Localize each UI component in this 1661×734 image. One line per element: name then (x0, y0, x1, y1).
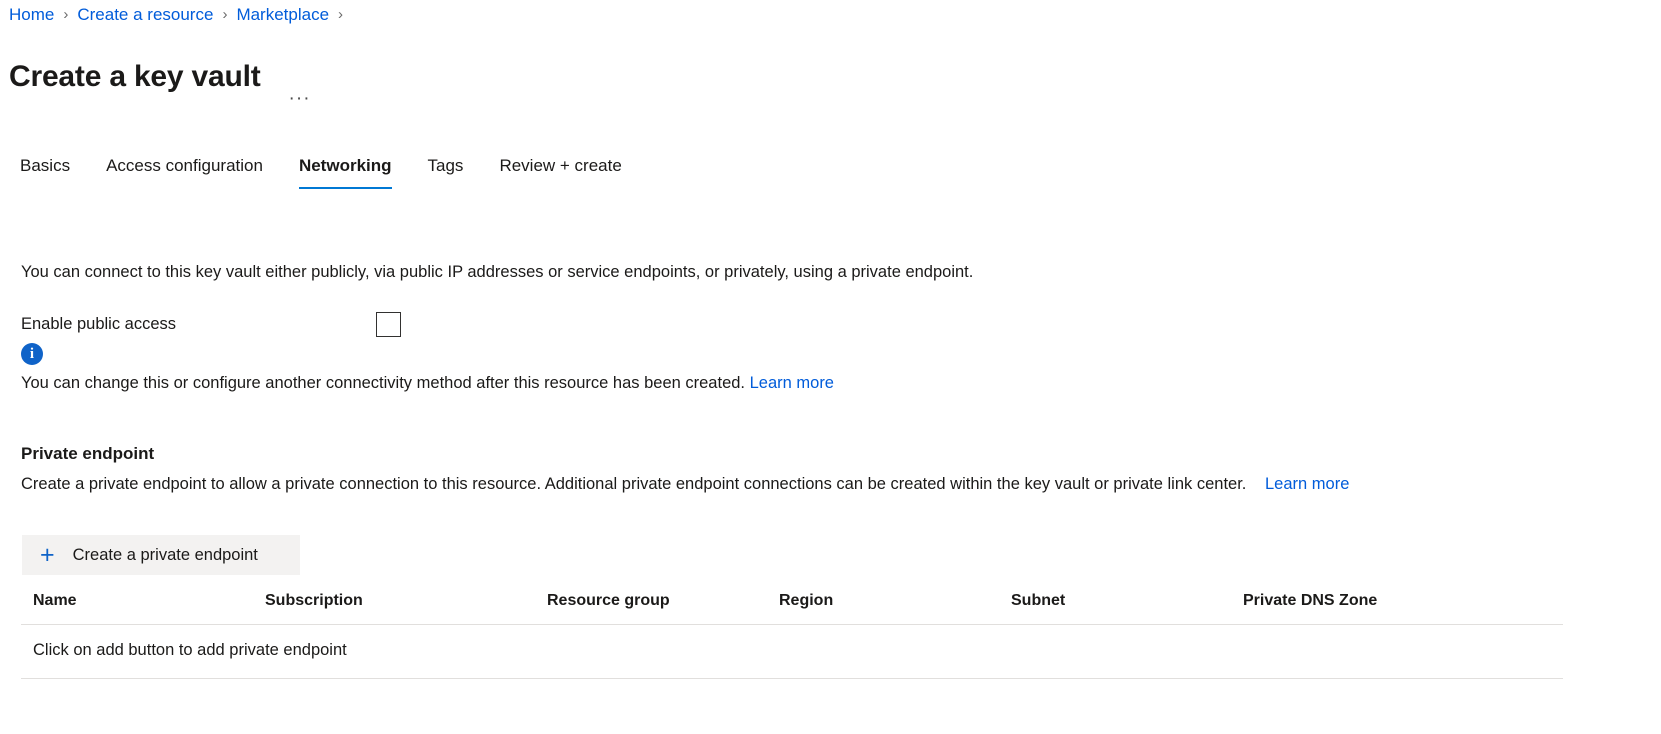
connectivity-learn-more-link[interactable]: Learn more (750, 374, 834, 392)
breadcrumb-item-marketplace[interactable]: Marketplace (236, 0, 329, 30)
column-header-resource-group: Resource group (535, 592, 767, 625)
column-header-region: Region (767, 592, 999, 625)
private-endpoints-table: Name Subscription Resource group Region … (21, 592, 1563, 679)
private-endpoint-section-title: Private endpoint (21, 444, 155, 464)
plus-icon: + (40, 540, 55, 569)
create-private-endpoint-button-label: Create a private endpoint (72, 545, 258, 564)
enable-public-access-checkbox[interactable] (376, 311, 401, 337)
column-header-subnet: Subnet (999, 592, 1231, 625)
tab-tags[interactable]: Tags (428, 155, 464, 189)
tab-review-create[interactable]: Review + create (499, 155, 621, 189)
networking-intro-text: You can connect to this key vault either… (21, 262, 974, 281)
column-header-subscription: Subscription (253, 592, 535, 625)
private-endpoint-learn-more-link[interactable]: Learn more (1265, 475, 1349, 493)
connectivity-info-text: You can change this or configure another… (21, 371, 1021, 395)
page-title: Create a key vault (9, 60, 261, 94)
breadcrumb-separator-icon: › (63, 6, 69, 23)
enable-public-access-label: Enable public access (21, 315, 177, 333)
private-endpoint-description: Create a private endpoint to allow a pri… (21, 472, 1349, 496)
breadcrumb-item-home[interactable]: Home (9, 0, 54, 30)
table-header: Name Subscription Resource group Region … (21, 592, 1563, 625)
info-icon: i (21, 343, 43, 365)
connectivity-info-message: You can change this or configure another… (21, 374, 746, 392)
create-key-vault-page: Home › Create a resource › Marketplace ›… (0, 0, 1661, 734)
more-options-icon[interactable]: ··· (285, 89, 315, 109)
table-empty-message: Click on add button to add private endpo… (21, 624, 1563, 679)
create-private-endpoint-button[interactable]: + Create a private endpoint (22, 535, 300, 575)
table-header-row: Name Subscription Resource group Region … (21, 592, 1563, 625)
table-body: Click on add button to add private endpo… (21, 624, 1563, 679)
enable-public-access-row: Enable public access (21, 310, 401, 338)
column-header-name: Name (21, 592, 253, 625)
title-row: Create a key vault ··· (9, 36, 315, 118)
private-endpoint-description-text: Create a private endpoint to allow a pri… (21, 475, 1247, 493)
breadcrumb: Home › Create a resource › Marketplace › (9, 0, 352, 30)
breadcrumb-separator-icon: › (222, 6, 228, 23)
tab-networking[interactable]: Networking (298, 155, 392, 189)
wizard-tabs: Basics Access configuration Networking T… (20, 155, 658, 195)
connectivity-info-block: i You can change this or configure anoth… (21, 343, 1021, 395)
tab-basics[interactable]: Basics (20, 155, 70, 189)
breadcrumb-item-create-a-resource[interactable]: Create a resource (77, 0, 213, 30)
table-empty-row: Click on add button to add private endpo… (21, 624, 1563, 679)
tab-access-configuration[interactable]: Access configuration (106, 155, 263, 189)
breadcrumb-separator-icon: › (338, 6, 344, 23)
column-header-private-dns-zone: Private DNS Zone (1231, 592, 1563, 625)
